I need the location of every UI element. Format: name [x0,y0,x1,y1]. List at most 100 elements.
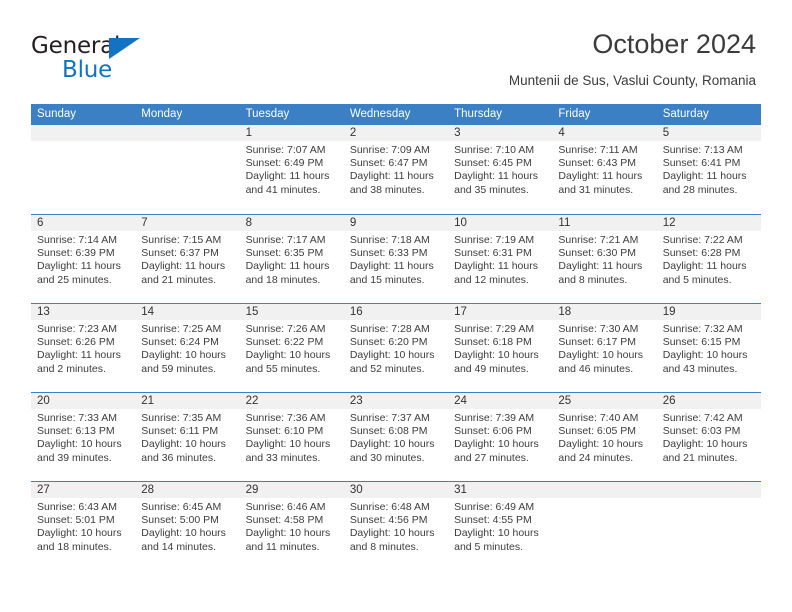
daylight-line1: Daylight: 10 hours [37,438,122,451]
day-details: Sunrise: 7:35 AM Sunset: 6:11 PM Dayligh… [135,409,239,465]
day-number: 8 [239,215,344,231]
day-cell[interactable]: 17 Sunrise: 7:29 AM Sunset: 6:18 PM Dayl… [448,304,553,392]
sunset-text: Sunset: 6:28 PM [662,247,741,260]
sunset-text: Sunset: 6:20 PM [349,336,428,349]
day-details: Sunrise: 7:36 AM Sunset: 6:10 PM Dayligh… [240,409,344,465]
day-cell[interactable]: 6 Sunrise: 7:14 AM Sunset: 6:39 PM Dayli… [31,215,136,303]
daylight-line1: Daylight: 11 hours [454,260,538,273]
daylight-line2: and 14 minutes. [141,540,216,553]
daylight-line1: Daylight: 10 hours [558,349,644,362]
day-cell[interactable]: 29 Sunrise: 6:46 AM Sunset: 4:58 PM Dayl… [239,482,344,570]
daylight-line2: and 28 minutes. [662,183,738,196]
day-details: Sunrise: 7:13 AM Sunset: 6:41 PM Dayligh… [657,141,761,197]
day-cell[interactable]: 16 Sunrise: 7:28 AM Sunset: 6:20 PM Dayl… [343,304,449,392]
daylight-line1: Daylight: 10 hours [245,438,331,451]
daylight-line2: and 15 minutes. [349,273,425,286]
daylight-line1: Daylight: 10 hours [349,527,435,540]
day-number: 31 [448,482,553,498]
day-cell[interactable]: 18 Sunrise: 7:30 AM Sunset: 6:17 PM Dayl… [552,304,657,392]
day-details: Sunrise: 6:49 AM Sunset: 4:55 PM Dayligh… [448,498,552,554]
day-number: 22 [239,393,344,409]
daylight-line1: Daylight: 10 hours [245,349,331,362]
day-cell[interactable]: 4 Sunrise: 7:11 AM Sunset: 6:43 PM Dayli… [552,125,657,214]
day-details: Sunrise: 7:29 AM Sunset: 6:18 PM Dayligh… [448,320,552,376]
daylight-line1: Daylight: 11 hours [662,170,747,183]
day-cell[interactable]: 22 Sunrise: 7:36 AM Sunset: 6:10 PM Dayl… [239,393,344,481]
day-cell[interactable]: 27 Sunrise: 6:43 AM Sunset: 5:01 PM Dayl… [31,482,136,570]
day-cell[interactable]: 10 Sunrise: 7:19 AM Sunset: 6:31 PM Dayl… [448,215,553,303]
day-cell[interactable]: 19 Sunrise: 7:32 AM Sunset: 6:15 PM Dayl… [656,304,761,392]
weekday-header-row: Sunday Monday Tuesday Wednesday Thursday… [31,104,761,125]
day-number: 18 [552,304,657,320]
weekday-saturday: Saturday [662,108,709,120]
sunrise-text: Sunrise: 7:33 AM [37,412,117,424]
sunrise-text: Sunrise: 7:26 AM [245,323,326,335]
day-cell[interactable]: 30 Sunrise: 6:48 AM Sunset: 4:56 PM Dayl… [343,482,449,570]
week-row: 20 Sunrise: 7:33 AM Sunset: 6:13 PM Dayl… [31,392,761,481]
day-number: 2 [343,125,449,141]
daylight-line1: Daylight: 10 hours [454,527,539,540]
day-details [31,141,135,144]
day-cell[interactable]: 21 Sunrise: 7:35 AM Sunset: 6:11 PM Dayl… [135,393,240,481]
calendar-grid: Sunday Monday Tuesday Wednesday Thursday… [31,104,761,570]
sunset-text: Sunset: 4:55 PM [454,514,532,527]
day-number: 7 [135,215,240,231]
sunrise-text: Sunrise: 7:29 AM [454,323,535,335]
daylight-line1: Daylight: 10 hours [454,438,539,451]
day-cell[interactable]: 20 Sunrise: 7:33 AM Sunset: 6:13 PM Dayl… [31,393,136,481]
sunrise-text: Sunrise: 7:17 AM [245,234,326,246]
day-cell[interactable]: 7 Sunrise: 7:15 AM Sunset: 6:37 PM Dayli… [135,215,240,303]
day-details: Sunrise: 7:14 AM Sunset: 6:39 PM Dayligh… [31,231,135,287]
day-cell[interactable]: 8 Sunrise: 7:17 AM Sunset: 6:35 PM Dayli… [239,215,344,303]
day-cell[interactable]: 2 Sunrise: 7:09 AM Sunset: 6:47 PM Dayli… [343,125,449,214]
sunrise-text: Sunrise: 7:10 AM [454,144,535,156]
sunrise-text: Sunrise: 7:35 AM [141,412,222,424]
day-details: Sunrise: 7:39 AM Sunset: 6:06 PM Dayligh… [448,409,552,465]
weekday-tuesday: Tuesday [245,108,290,120]
day-cell[interactable]: 9 Sunrise: 7:18 AM Sunset: 6:33 PM Dayli… [343,215,449,303]
sunrise-text: Sunrise: 7:40 AM [558,412,639,424]
day-details [657,498,761,501]
day-cell[interactable]: 15 Sunrise: 7:26 AM Sunset: 6:22 PM Dayl… [239,304,344,392]
week-row: 6 Sunrise: 7:14 AM Sunset: 6:39 PM Dayli… [31,214,761,303]
daylight-line1: Daylight: 10 hours [141,527,226,540]
day-details: Sunrise: 7:17 AM Sunset: 6:35 PM Dayligh… [240,231,344,287]
calendar-page: General Blue October 2024 Muntenii de Su… [0,0,792,612]
day-details: Sunrise: 7:28 AM Sunset: 6:20 PM Dayligh… [344,320,448,376]
day-cell[interactable]: 23 Sunrise: 7:37 AM Sunset: 6:08 PM Dayl… [343,393,449,481]
day-cell[interactable]: 25 Sunrise: 7:40 AM Sunset: 6:05 PM Dayl… [552,393,657,481]
daylight-line2: and 39 minutes. [37,451,112,464]
day-cell[interactable]: 1 Sunrise: 7:07 AM Sunset: 6:49 PM Dayli… [239,125,344,214]
weekday-sunday: Sunday [37,108,77,120]
day-details: Sunrise: 7:22 AM Sunset: 6:28 PM Dayligh… [657,231,761,287]
daylight-line1: Daylight: 10 hours [454,349,539,362]
day-cell [656,482,761,570]
day-number: 9 [343,215,449,231]
day-cell [135,125,240,214]
day-cell[interactable]: 13 Sunrise: 7:23 AM Sunset: 6:26 PM Dayl… [31,304,136,392]
sunrise-text: Sunrise: 7:14 AM [37,234,117,246]
day-cell[interactable]: 24 Sunrise: 7:39 AM Sunset: 6:06 PM Dayl… [448,393,553,481]
day-number: 3 [448,125,553,141]
day-number: 13 [31,304,136,320]
daylight-line2: and 52 minutes. [349,362,425,375]
day-cell[interactable]: 26 Sunrise: 7:42 AM Sunset: 6:03 PM Dayl… [656,393,761,481]
sunset-text: Sunset: 6:22 PM [245,336,324,349]
sunrise-text: Sunrise: 7:28 AM [349,323,430,335]
day-cell[interactable]: 12 Sunrise: 7:22 AM Sunset: 6:28 PM Dayl… [656,215,761,303]
day-number [31,125,136,141]
sunrise-text: Sunrise: 7:07 AM [245,144,326,156]
sunset-text: Sunset: 6:08 PM [349,425,428,438]
day-cell[interactable]: 5 Sunrise: 7:13 AM Sunset: 6:41 PM Dayli… [656,125,761,214]
day-cell[interactable]: 28 Sunrise: 6:45 AM Sunset: 5:00 PM Dayl… [135,482,240,570]
daylight-line1: Daylight: 10 hours [245,527,331,540]
sunset-text: Sunset: 6:49 PM [245,157,324,170]
day-cell[interactable]: 3 Sunrise: 7:10 AM Sunset: 6:45 PM Dayli… [448,125,553,214]
day-cell[interactable]: 31 Sunrise: 6:49 AM Sunset: 4:55 PM Dayl… [448,482,553,570]
daylight-line2: and 30 minutes. [349,451,425,464]
daylight-line1: Daylight: 11 hours [37,260,121,273]
day-cell[interactable]: 11 Sunrise: 7:21 AM Sunset: 6:30 PM Dayl… [552,215,657,303]
day-cell[interactable]: 14 Sunrise: 7:25 AM Sunset: 6:24 PM Dayl… [135,304,240,392]
daylight-line2: and 43 minutes. [662,362,738,375]
page-title: October 2024 [592,29,756,59]
